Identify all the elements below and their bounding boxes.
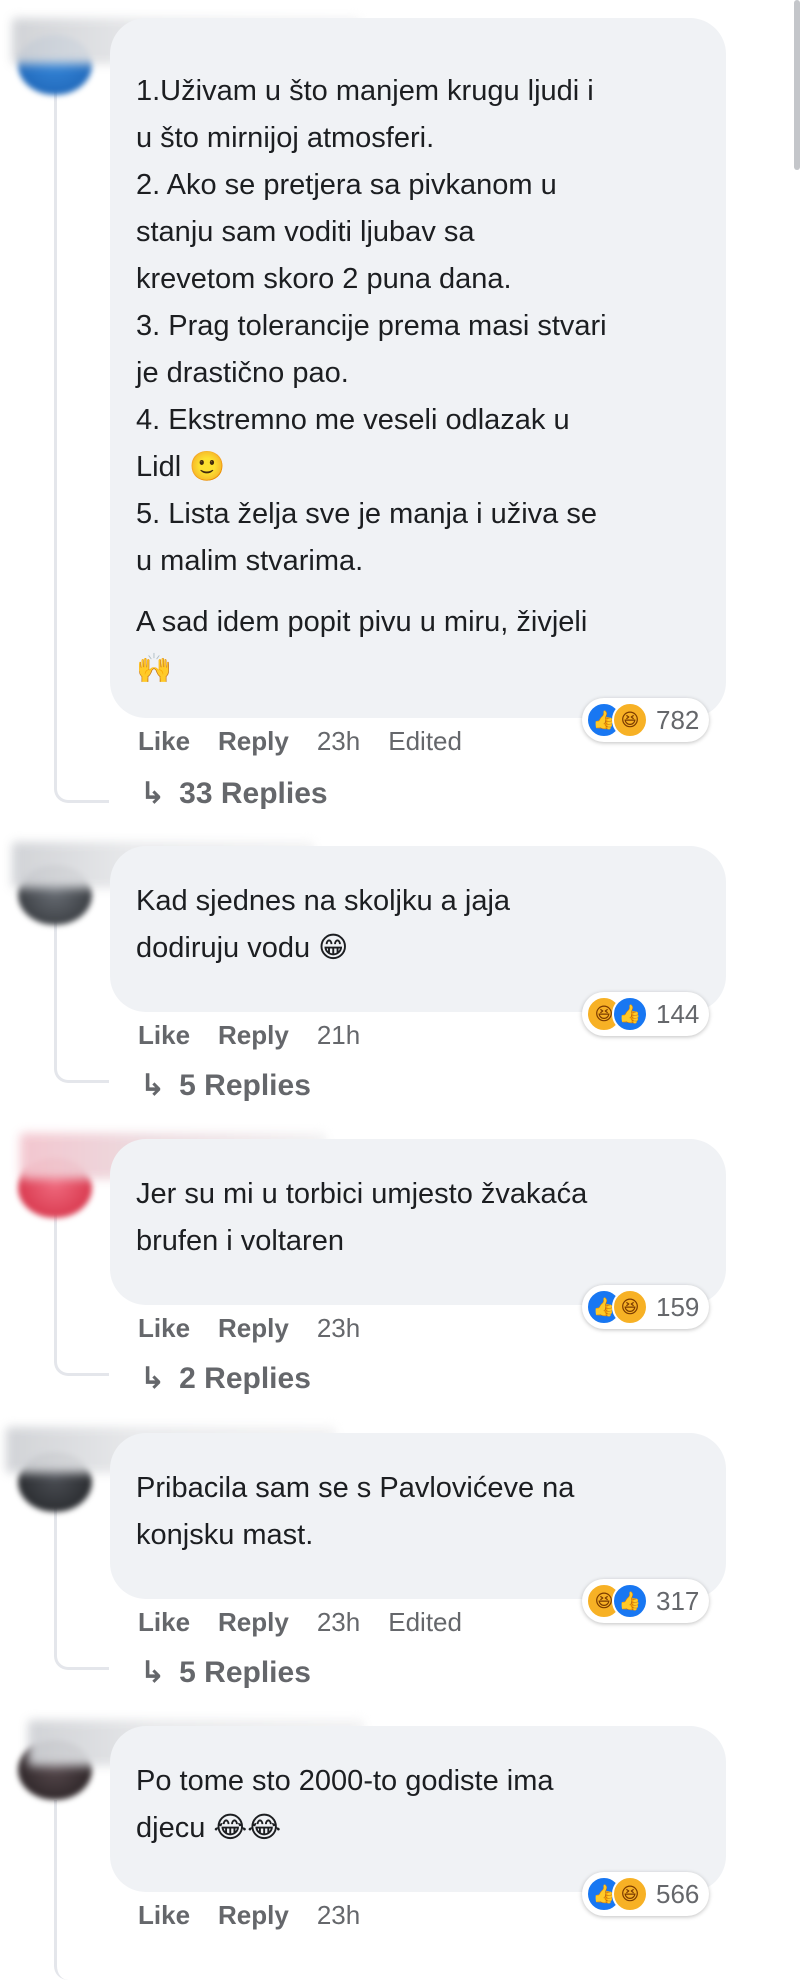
view-replies-link[interactable]: ↳ 5 Replies — [140, 1068, 311, 1103]
reaction-summary[interactable]: 😆 👍 144 — [582, 992, 710, 1036]
thread-line — [54, 1213, 109, 1376]
reaction-count: 782 — [656, 704, 700, 735]
comment-actions: Like Reply 23h Edited — [138, 724, 462, 758]
like-button[interactable]: Like — [138, 726, 190, 757]
comment-text-2: A sad idem popit pivu u miru, živjeli 🙌 — [136, 606, 588, 685]
comment-text: Kad sjednes na skoljku a jaja dodiruju v… — [136, 885, 511, 964]
comment-text: 1.Uživam u što manjem krugu ljudi i u št… — [136, 75, 607, 577]
edited-label: Edited — [388, 1606, 462, 1637]
comment-bubble: Pribacila sam se s Pavlovićeve na konjsk… — [110, 1433, 726, 1599]
view-replies-link[interactable]: ↳ 5 Replies — [140, 1655, 311, 1690]
view-replies-link[interactable]: ↳ 2 Replies — [140, 1361, 311, 1396]
reaction-count: 144 — [656, 998, 700, 1029]
haha-reaction-icon: 😆 — [612, 1289, 648, 1325]
timestamp[interactable]: 21h — [317, 1020, 360, 1051]
reply-button[interactable]: Reply — [218, 1020, 289, 1051]
haha-reaction-icon: 😆 — [612, 1876, 648, 1912]
like-reaction-icon: 👍 — [612, 996, 648, 1032]
reaction-count: 566 — [656, 1878, 700, 1909]
replies-count: 2 Replies — [179, 1361, 311, 1395]
comment-actions: Like Reply 23h — [138, 1898, 360, 1932]
comment-text: Po tome sto 2000-to godiste ima djecu 😂😂 — [136, 1765, 554, 1844]
like-reaction-icon: 👍 — [612, 1583, 648, 1619]
reply-arrow-icon: ↳ — [140, 1362, 166, 1395]
reaction-count: 317 — [656, 1585, 700, 1616]
comment-actions: Like Reply 23h Edited — [138, 1605, 462, 1639]
reaction-summary[interactable]: 👍 😆 782 — [582, 698, 710, 742]
reaction-count: 159 — [656, 1291, 700, 1322]
thread-line — [54, 1507, 109, 1670]
reply-arrow-icon: ↳ — [140, 777, 166, 810]
thread-line — [54, 90, 109, 803]
comment-2: Kad sjednes na skoljku a jaja dodiruju v… — [0, 840, 800, 1110]
reply-button[interactable]: Reply — [218, 1900, 289, 1931]
reply-arrow-icon: ↳ — [140, 1656, 166, 1689]
comment-text: Pribacila sam se s Pavlovićeve na konjsk… — [136, 1472, 575, 1551]
reaction-summary[interactable]: 👍 😆 566 — [582, 1872, 710, 1916]
edited-label: Edited — [388, 725, 462, 756]
like-button[interactable]: Like — [138, 1313, 190, 1344]
reaction-summary[interactable]: 😆 👍 317 — [582, 1579, 710, 1623]
comment-text: Jer su mi u torbici umjesto žvakaća bruf… — [136, 1178, 588, 1257]
comment-5: Po tome sto 2000-to godiste ima djecu 😂😂… — [0, 1720, 800, 1980]
timestamp[interactable]: 23h — [317, 1900, 360, 1931]
replies-count: 5 Replies — [179, 1068, 311, 1102]
timestamp[interactable]: 23h — [317, 726, 360, 757]
comment-actions: Like Reply 21h — [138, 1018, 360, 1052]
replies-count: 33 Replies — [179, 776, 328, 810]
scrollbar[interactable] — [794, 0, 800, 170]
replies-count: 5 Replies — [179, 1655, 311, 1689]
comment-4: Pribacila sam se s Pavlovićeve na konjsk… — [0, 1427, 800, 1697]
thread-line — [54, 920, 109, 1083]
timestamp[interactable]: 23h — [317, 1607, 360, 1638]
comment-1: 1.Uživam u što manjem krugu ljudi i u št… — [0, 0, 800, 820]
like-button[interactable]: Like — [138, 1607, 190, 1638]
reaction-summary[interactable]: 👍 😆 159 — [582, 1285, 710, 1329]
comment-bubble: Kad sjednes na skoljku a jaja dodiruju v… — [110, 846, 726, 1012]
comment-3: Jer su mi u torbici umjesto žvakaća bruf… — [0, 1133, 800, 1403]
reply-button[interactable]: Reply — [218, 1313, 289, 1344]
haha-reaction-icon: 😆 — [612, 702, 648, 738]
comment-bubble: Po tome sto 2000-to godiste ima djecu 😂😂 — [110, 1726, 726, 1892]
reply-arrow-icon: ↳ — [140, 1069, 166, 1102]
reply-button[interactable]: Reply — [218, 1607, 289, 1638]
timestamp[interactable]: 23h — [317, 1313, 360, 1344]
comment-actions: Like Reply 23h — [138, 1311, 360, 1345]
view-replies-link[interactable]: ↳ 33 Replies — [140, 776, 328, 811]
thread-line — [54, 1800, 109, 1980]
like-button[interactable]: Like — [138, 1900, 190, 1931]
reply-button[interactable]: Reply — [218, 726, 289, 757]
like-button[interactable]: Like — [138, 1020, 190, 1051]
comment-bubble: Jer su mi u torbici umjesto žvakaća bruf… — [110, 1139, 726, 1305]
comment-bubble: 1.Uživam u što manjem krugu ljudi i u št… — [110, 18, 726, 718]
